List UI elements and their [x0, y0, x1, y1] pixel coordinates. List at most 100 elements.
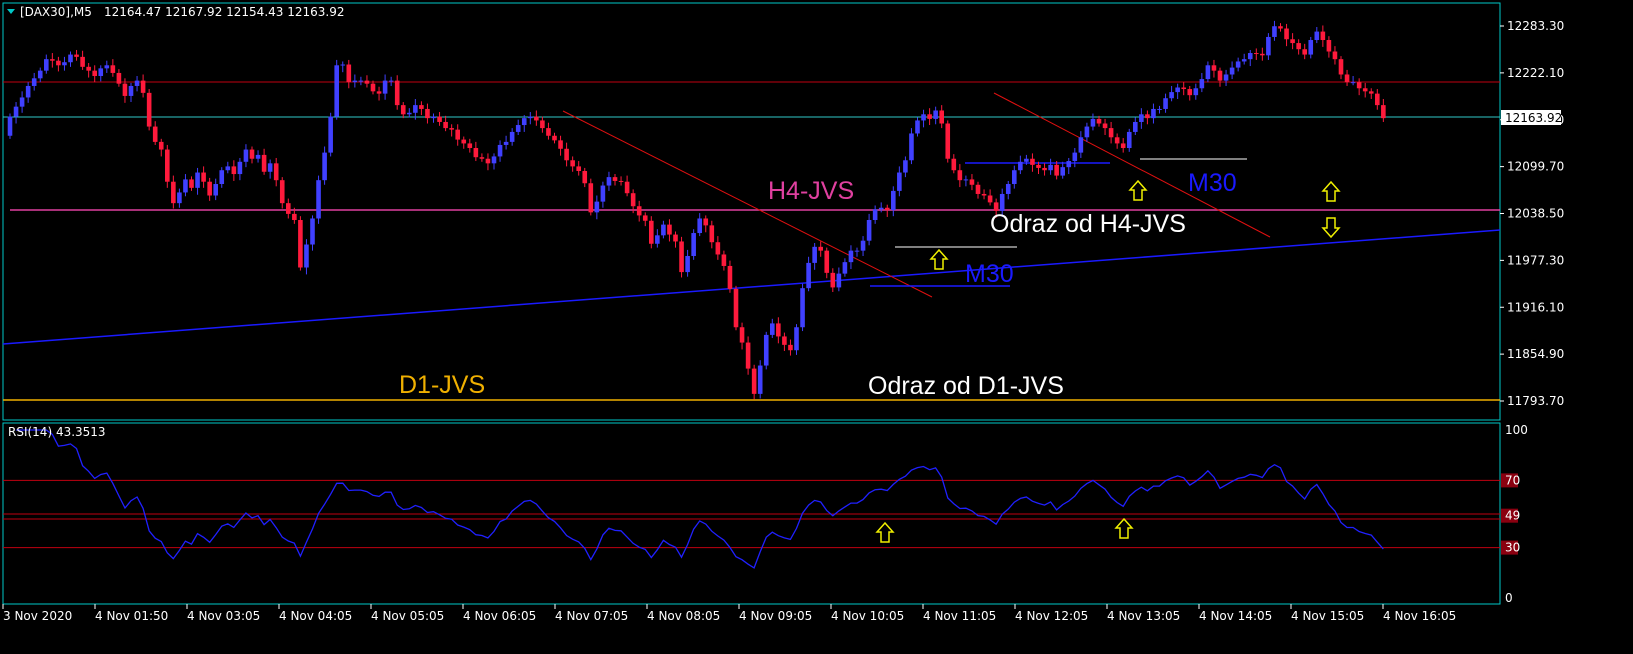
red-downtrend-line-1	[562, 110, 933, 298]
candle-body	[751, 368, 757, 394]
candle-body	[540, 120, 545, 129]
candle	[806, 256, 811, 292]
candle-body	[1187, 89, 1193, 96]
symbol-label: [DAX30],M5	[20, 5, 92, 19]
x-tick-label: 3 Nov 2020	[3, 609, 72, 623]
candle-body	[1362, 88, 1368, 92]
y-tick-label: 12099.70	[1507, 160, 1564, 174]
candle-body	[407, 112, 412, 115]
candle	[68, 51, 73, 67]
y-tick-label: 11793.70	[1507, 394, 1564, 408]
candle	[842, 258, 848, 277]
candle	[673, 231, 678, 248]
candle	[939, 105, 944, 129]
m30-label-a: M30	[965, 260, 1014, 288]
candle-body	[860, 240, 866, 251]
candle	[945, 120, 951, 163]
candle-body	[1018, 161, 1023, 171]
candle	[927, 108, 932, 126]
candle	[606, 171, 612, 191]
candle	[74, 49, 79, 61]
main-pane-frame	[2, 2, 1501, 421]
candle	[751, 364, 757, 400]
candle-body	[933, 110, 938, 119]
candle-body	[376, 91, 382, 94]
candle-body	[243, 149, 249, 162]
candle	[776, 317, 781, 344]
candle	[225, 161, 231, 174]
candle-body	[1217, 70, 1223, 81]
candle	[249, 146, 255, 164]
candle-body	[1247, 53, 1253, 60]
x-tick-label: 4 Nov 03:05	[187, 609, 260, 623]
candle-body	[1381, 105, 1386, 119]
candle-body	[903, 160, 908, 173]
candle	[286, 198, 291, 219]
candle-body	[576, 166, 581, 171]
candle	[92, 65, 97, 83]
candle-body	[1302, 49, 1307, 55]
candle-body	[1278, 26, 1283, 29]
candle-body	[292, 213, 297, 221]
candle	[636, 200, 642, 222]
candle-body	[1235, 61, 1241, 68]
chart-canvas[interactable]: 12283.3012222.1012160.9012099.7012038.50…	[0, 0, 1633, 654]
x-tick-label: 4 Nov 11:05	[923, 609, 996, 623]
candle	[691, 229, 696, 260]
candle-body	[503, 141, 509, 145]
y-tick-label: 11977.30	[1507, 253, 1564, 267]
candle	[425, 103, 430, 124]
candle-body	[116, 72, 122, 84]
arrow-up-icon	[1114, 517, 1134, 539]
candle	[1145, 110, 1150, 125]
candle	[1375, 89, 1380, 110]
chevron-down-icon[interactable]	[7, 9, 15, 14]
candle	[346, 59, 352, 89]
candle-body	[207, 181, 212, 196]
candle	[800, 283, 805, 332]
candle-body	[122, 83, 128, 96]
candle-body	[528, 116, 533, 119]
candle-body	[564, 148, 569, 161]
candle-body	[636, 206, 642, 216]
candle	[812, 242, 817, 270]
candle	[1247, 49, 1253, 67]
candle-body	[915, 120, 920, 134]
candle-body	[62, 62, 67, 66]
chart-window[interactable]: 12283.3012222.1012160.9012099.7012038.50…	[0, 0, 1633, 654]
candle	[757, 360, 763, 399]
candle-body	[334, 65, 339, 117]
candle-body	[1114, 137, 1120, 144]
candle	[255, 150, 261, 163]
candle	[1320, 25, 1326, 47]
candle-body	[709, 225, 715, 243]
candle	[891, 186, 896, 217]
candle-body	[473, 148, 479, 158]
candle	[897, 166, 902, 197]
candle	[298, 216, 303, 271]
candle-body	[691, 233, 696, 257]
candle	[558, 135, 563, 156]
candle-body	[800, 288, 805, 328]
candle-body	[1048, 164, 1053, 171]
candle	[25, 82, 31, 103]
candle-body	[1042, 167, 1047, 171]
candle	[479, 153, 485, 162]
candle-body	[1350, 82, 1356, 84]
candle-body	[1266, 36, 1271, 56]
candle	[618, 176, 624, 186]
candle-body	[443, 121, 448, 129]
candle-body	[521, 118, 527, 126]
candle	[1223, 69, 1229, 86]
candle-body	[19, 97, 25, 107]
candle	[1042, 163, 1047, 176]
candle-body	[642, 215, 648, 221]
candle	[794, 324, 799, 355]
rsi-label: RSI(14) 43.3513	[8, 425, 106, 439]
candle	[455, 124, 460, 146]
price-levels	[3, 81, 1500, 401]
candle	[1356, 78, 1362, 96]
candle-body	[1163, 98, 1168, 109]
candle	[1362, 82, 1368, 98]
candle-body	[152, 126, 158, 142]
